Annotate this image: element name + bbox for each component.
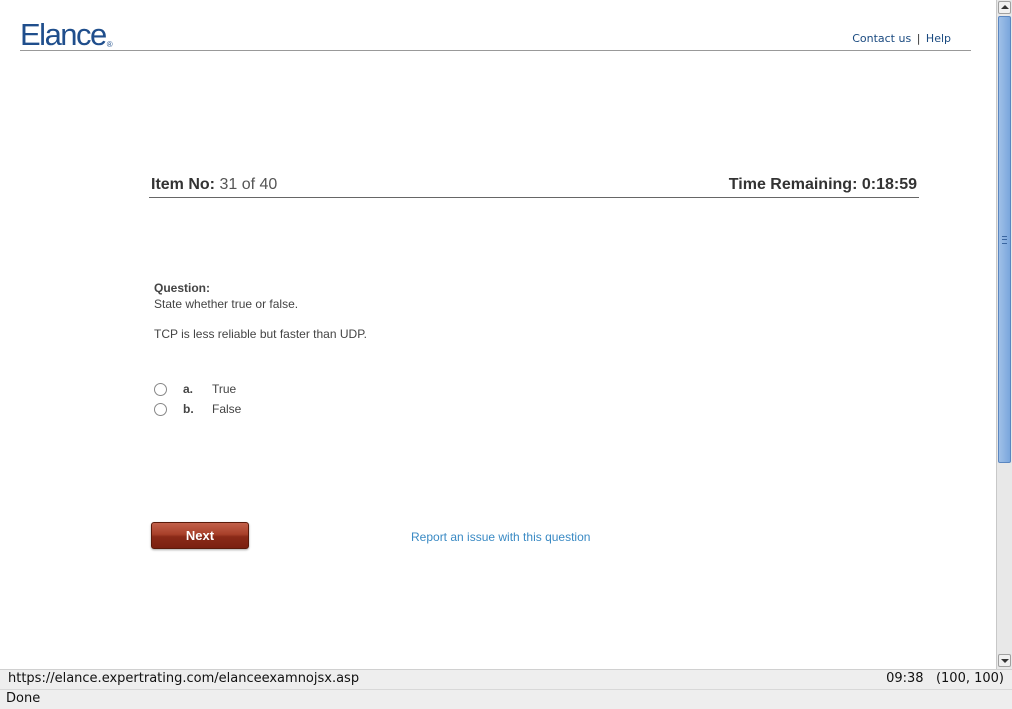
- browser-status-bar: Done: [0, 689, 1012, 709]
- scroll-down-arrow-icon[interactable]: [998, 654, 1011, 667]
- question-text: TCP is less reliable but faster than UDP…: [154, 327, 367, 341]
- contact-us-link[interactable]: Contact us: [852, 32, 911, 45]
- clock-and-coordinates: 09:38 (100, 100): [886, 671, 1004, 686]
- question-instruction: State whether true or false.: [154, 297, 299, 311]
- url-status-bar: https://elance.expertrating.com/elanceex…: [0, 669, 1012, 689]
- logo-text: Elance: [20, 17, 107, 52]
- next-button[interactable]: Next: [151, 522, 249, 549]
- header-links: Contact us | Help: [852, 32, 951, 45]
- option-b-letter: b.: [183, 402, 194, 416]
- option-a-radio[interactable]: [154, 383, 167, 396]
- option-a-letter: a.: [183, 382, 194, 396]
- item-status-bar: Item No: 31 of 40 Time Remaining: 0:18:5…: [149, 176, 919, 198]
- time-remaining: Time Remaining: 0:18:59: [728, 176, 917, 193]
- page-viewport: Elance® Contact us | Help Item No: 31 of…: [0, 0, 996, 669]
- link-separator: |: [916, 32, 921, 45]
- question-label: Question:: [154, 281, 210, 295]
- report-issue-link[interactable]: Report an issue with this question: [411, 530, 590, 544]
- hover-url: https://elance.expertrating.com/elanceex…: [8, 671, 360, 686]
- grip-icon: [1002, 236, 1007, 244]
- item-number: Item No: 31 of 40: [151, 176, 277, 194]
- option-a-text[interactable]: True: [212, 382, 236, 396]
- status-text: Done: [6, 691, 41, 706]
- registered-mark: ®: [106, 40, 113, 49]
- scrollbar-thumb[interactable]: [998, 16, 1011, 463]
- header-divider: [20, 50, 971, 51]
- vertical-scrollbar[interactable]: [996, 0, 1012, 669]
- item-number-label: Item No:: [151, 176, 215, 193]
- option-b-text[interactable]: False: [212, 402, 241, 416]
- help-link[interactable]: Help: [926, 32, 951, 45]
- item-number-value: 31 of 40: [219, 176, 278, 193]
- question-block: Question: State whether true or false. T…: [154, 280, 367, 342]
- elance-logo[interactable]: Elance®: [20, 16, 113, 54]
- option-b-radio[interactable]: [154, 403, 167, 416]
- scroll-up-arrow-icon[interactable]: [998, 1, 1011, 14]
